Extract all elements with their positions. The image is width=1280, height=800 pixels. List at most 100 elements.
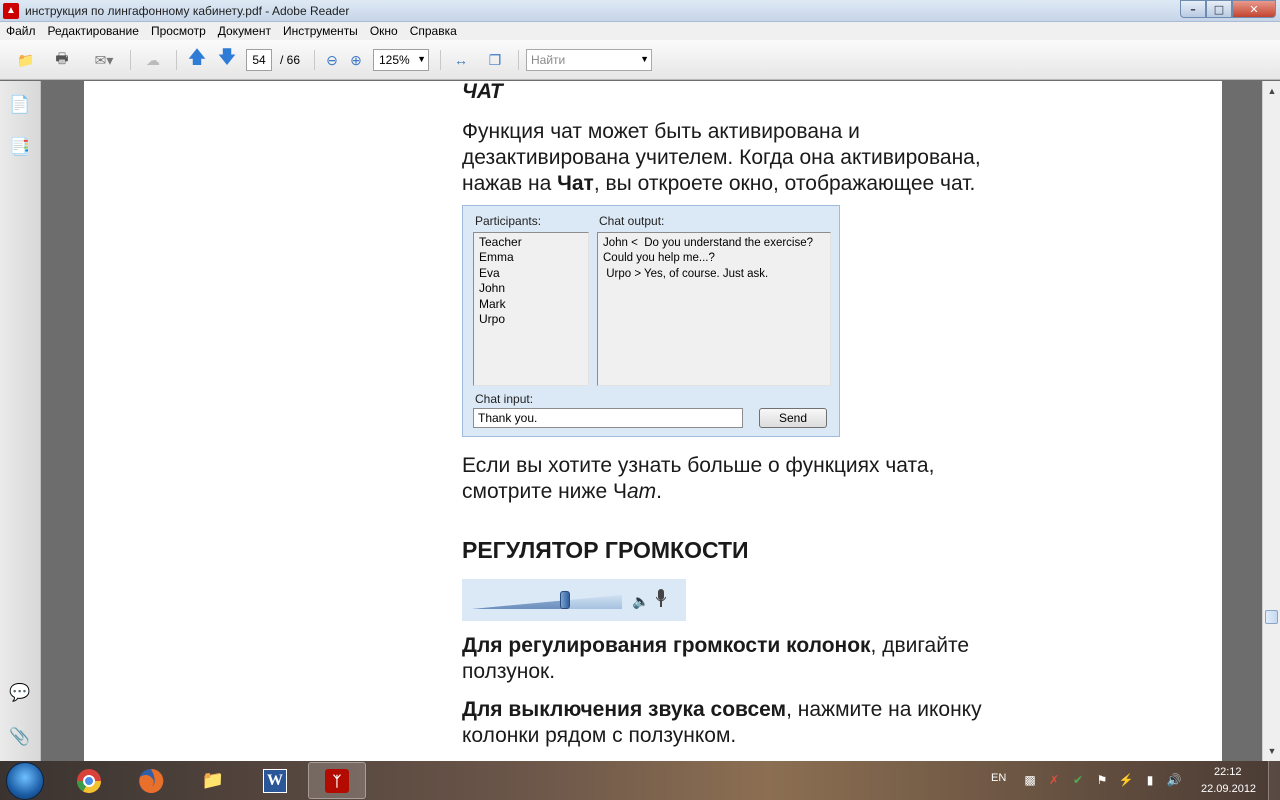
zoom-in-icon[interactable]: ⊕ <box>346 49 366 71</box>
toolbar: 📁 🖶 ✉▾ ☁ 🡅 🡇 / 66 ⊖ ⊕ 125% ▼ ↔ ❐ Найти ▼ <box>0 40 1280 80</box>
chat-message: Urpo > Yes, of course. Just ask. <box>603 267 769 280</box>
pdf-icon: ▲ <box>3 2 19 19</box>
volume-slider-thumb <box>560 591 570 609</box>
start-button[interactable] <box>6 762 44 800</box>
paragraph-volume-mute: Для выключения звука совсем, нажмите на … <box>462 697 982 749</box>
volume-slider-fill <box>472 595 565 609</box>
find-input[interactable]: Найти ▼ <box>526 49 652 71</box>
paragraph-line: колонки рядом с ползунком. <box>462 724 737 747</box>
participants-list: Teacher Emma Eva John Mark Urpo <box>473 232 589 386</box>
fit-width-icon[interactable]: ↔ <box>450 49 472 71</box>
pages-icon[interactable]: 📄 <box>9 93 31 117</box>
clock-time[interactable]: 22:12 <box>1214 766 1242 778</box>
menu-file[interactable]: Файл <box>0 24 42 38</box>
minimize-button[interactable]: – <box>1180 0 1206 18</box>
vertical-scrollbar[interactable]: ▲ ▼ <box>1262 81 1280 761</box>
taskbar: 📁 W ᛉ EN ▩ ✗ ✔ ⚑ ⚡ ▮ 🔊 22:12 22.09.2012 <box>0 761 1280 800</box>
print-icon[interactable]: 🖶 <box>48 49 76 71</box>
chevron-down-icon: ▼ <box>640 54 649 64</box>
list-item: John <box>479 281 506 296</box>
zoom-value: 125% <box>379 53 410 67</box>
maximize-button[interactable]: □ <box>1206 0 1232 18</box>
bookmarks-icon[interactable]: 📑 <box>9 135 31 159</box>
text-run-bold: Для регулирования громкости колонок <box>462 634 871 657</box>
chrome-icon[interactable] <box>60 762 118 799</box>
paragraph-chat-more: Если вы хотите узнать больше о функциях … <box>462 453 934 505</box>
adobe-reader-icon[interactable]: ᛉ <box>308 762 366 799</box>
paragraph-line: нажав на Чат, вы откроете окно, отобража… <box>462 171 981 197</box>
paragraph-line: Для регулирования громкости колонок, дви… <box>462 633 969 659</box>
scroll-up-icon[interactable]: ▲ <box>1264 83 1280 99</box>
toolbar-separator <box>314 50 315 70</box>
volume-icon[interactable]: 🔊 <box>1166 772 1182 788</box>
close-button[interactable]: ✕ <box>1232 0 1276 18</box>
list-item: Teacher <box>479 235 522 249</box>
participants-label: Participants: <box>475 214 542 228</box>
page-number-input[interactable] <box>246 49 272 71</box>
attachment-icon[interactable]: 📎 <box>9 725 31 749</box>
share-icon[interactable]: ✉▾ <box>86 49 122 71</box>
menu-window[interactable]: Окно <box>364 24 404 38</box>
text-run-bold: Для выключения звука совсем <box>462 698 787 721</box>
list-item: Mark <box>479 296 506 311</box>
signal-icon[interactable]: ▮ <box>1142 772 1158 788</box>
word-icon[interactable]: W <box>246 762 304 799</box>
show-desktop-button[interactable] <box>1268 761 1280 800</box>
language-indicator[interactable]: EN <box>991 772 1006 784</box>
page-up-icon[interactable]: 🡅 <box>185 47 209 71</box>
scroll-down-icon[interactable]: ▼ <box>1264 743 1280 759</box>
speaker-icon: 🔈 <box>632 593 650 609</box>
page-down-icon[interactable]: 🡇 <box>215 47 239 71</box>
menu-view[interactable]: Просмотр <box>145 24 212 38</box>
firefox-icon[interactable] <box>122 762 180 799</box>
system-tray: EN ▩ ✗ ✔ ⚑ ⚡ ▮ 🔊 22:12 22.09.2012 <box>980 761 1280 800</box>
window-controls: – □ ✕ <box>1180 0 1276 18</box>
tool-icon[interactable]: ✗ <box>1046 772 1062 788</box>
chat-output-box: John < Do you understand the exercise? C… <box>597 232 831 386</box>
security-icon[interactable]: ✔ <box>1070 772 1086 788</box>
chat-window-figure: Participants: Chat output: Teacher Emma … <box>462 205 840 437</box>
window-title: инструкция по лингафонному кабинету.pdf … <box>25 3 350 18</box>
text-run-italic: ат <box>626 480 657 503</box>
text-run: , вы откроете окно, отображающее чат. <box>593 172 976 195</box>
comments-icon[interactable]: 💬 <box>9 681 31 705</box>
flag-icon[interactable]: ⚑ <box>1094 772 1110 788</box>
menu-tools[interactable]: Инструменты <box>277 24 364 38</box>
menu-document[interactable]: Документ <box>212 24 277 38</box>
chevron-down-icon: ▼ <box>417 54 426 64</box>
comment-cloud-icon[interactable]: ☁ <box>140 49 166 71</box>
list-item: Emma <box>479 250 514 265</box>
menu-edit[interactable]: Редактирование <box>42 24 145 38</box>
menu-help[interactable]: Справка <box>404 24 463 38</box>
zoom-out-icon[interactable]: ⊖ <box>322 49 342 71</box>
clock-date[interactable]: 22.09.2012 <box>1201 783 1256 795</box>
text-run: , нажмите на иконку <box>786 698 982 721</box>
navigation-panel: 📄 📑 💬 📎 <box>0 81 41 761</box>
scrollbar-thumb[interactable] <box>1265 610 1278 624</box>
heading-volume: РЕГУЛЯТОР ГРОМКОСТИ <box>462 537 749 563</box>
paragraph-chat-intro: Функция чат может быть активирована и де… <box>462 119 981 197</box>
explorer-icon[interactable]: 📁 <box>184 762 242 799</box>
paragraph-line: Для выключения звука совсем, нажмите на … <box>462 697 982 723</box>
toolbar-separator <box>440 50 441 70</box>
toolbar-separator <box>176 50 177 70</box>
paragraph-line: смотрите ниже Чат. <box>462 479 934 505</box>
fit-page-icon[interactable]: ❐ <box>484 49 506 71</box>
list-item: Urpo <box>479 312 506 327</box>
text-run: , двигайте <box>870 634 970 657</box>
list-item: Eva <box>479 265 500 280</box>
text-run: . <box>656 480 662 503</box>
paragraph-volume-adjust: Для регулирования громкости колонок, дви… <box>462 633 969 685</box>
paragraph-line: дезактивирована учителем. Когда она акти… <box>462 146 981 169</box>
open-folder-icon[interactable]: 📁 <box>12 49 40 71</box>
zoom-select[interactable]: 125% ▼ <box>373 49 429 71</box>
paragraph-line: ползунок. <box>462 660 556 683</box>
chat-output-label: Chat output: <box>599 214 665 228</box>
volume-control-figure: 🔈 <box>462 579 686 621</box>
toolbar-separator <box>130 50 131 70</box>
heading-chat: ЧАТ <box>462 81 503 103</box>
power-icon[interactable]: ⚡ <box>1118 772 1134 788</box>
microphone-icon <box>656 589 666 607</box>
network-icon[interactable]: ▩ <box>1022 772 1038 788</box>
paragraph-line: Если вы хотите узнать больше о функциях … <box>462 454 935 477</box>
